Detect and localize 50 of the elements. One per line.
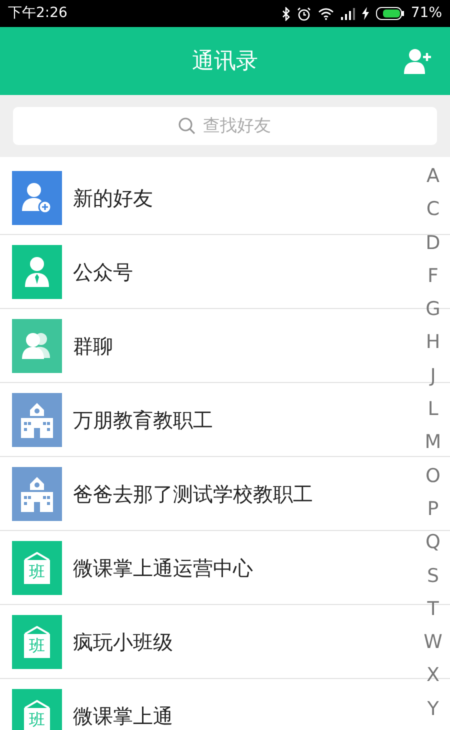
index-letter[interactable]: J — [430, 360, 436, 394]
page-title: 通讯录 — [192, 48, 258, 76]
contact-row[interactable]: 新的好友 — [0, 161, 415, 234]
battery-percent: 71% — [410, 4, 442, 23]
index-letter[interactable]: X — [426, 659, 440, 693]
people-icon — [22, 330, 52, 360]
contact-name: 群聊 — [73, 332, 113, 360]
index-letter[interactable]: Y — [427, 692, 439, 726]
index-letter[interactable]: F — [428, 260, 438, 294]
battery-icon — [376, 7, 404, 20]
index-letter[interactable]: G — [426, 293, 440, 326]
contact-name: 疯玩小班级 — [73, 628, 173, 656]
school-building-icon — [20, 402, 54, 438]
index-letter[interactable]: Q — [426, 526, 440, 560]
contact-row[interactable]: 公众号 — [0, 235, 415, 308]
contact-name: 微课掌上通运营中心 — [73, 554, 253, 582]
index-letter[interactable]: P — [427, 492, 439, 526]
index-letter[interactable]: H — [426, 326, 440, 360]
charging-bolt-icon — [362, 7, 369, 20]
index-letter[interactable]: L — [428, 393, 438, 426]
person-plus-icon — [404, 48, 432, 74]
search-icon — [178, 117, 196, 135]
contact-row[interactable]: 群聊 — [0, 309, 415, 382]
status-time: 下午2:26 — [8, 4, 68, 23]
index-letter[interactable]: W — [424, 626, 442, 660]
signal-icon — [340, 8, 355, 20]
wifi-icon — [318, 8, 334, 20]
bluetooth-icon — [282, 6, 290, 20]
contact-row[interactable]: 爸爸去那了测试学校教职工 — [0, 457, 415, 530]
school-building-icon — [20, 476, 54, 512]
contact-row[interactable]: 班 微课掌上通运营中心 — [0, 531, 415, 604]
contact-row[interactable]: 万朋教育教职工 — [0, 383, 415, 456]
contact-name: 公众号 — [73, 258, 133, 286]
person-plus-icon — [22, 180, 52, 214]
index-letter[interactable]: A — [426, 160, 440, 194]
search-field[interactable]: 查找好友 — [13, 107, 437, 145]
index-letter[interactable]: O — [426, 460, 440, 493]
person-tie-icon — [24, 254, 50, 288]
contact-row[interactable]: 班 疯玩小班级 — [0, 605, 415, 678]
index-letter[interactable]: D — [426, 226, 440, 260]
index-letter[interactable]: C — [426, 193, 440, 227]
index-letter[interactable]: M — [424, 426, 442, 460]
index-letter[interactable]: T — [427, 592, 439, 626]
contact-name: 新的好友 — [73, 184, 153, 212]
contact-name: 万朋教育教职工 — [73, 406, 213, 434]
contact-name: 爸爸去那了测试学校教职工 — [73, 480, 313, 508]
alarm-icon — [296, 6, 311, 20]
contact-row[interactable]: 班 微课掌上通 — [0, 679, 415, 730]
contact-name: 微课掌上通 — [73, 702, 173, 730]
index-letter[interactable]: S — [426, 560, 440, 593]
